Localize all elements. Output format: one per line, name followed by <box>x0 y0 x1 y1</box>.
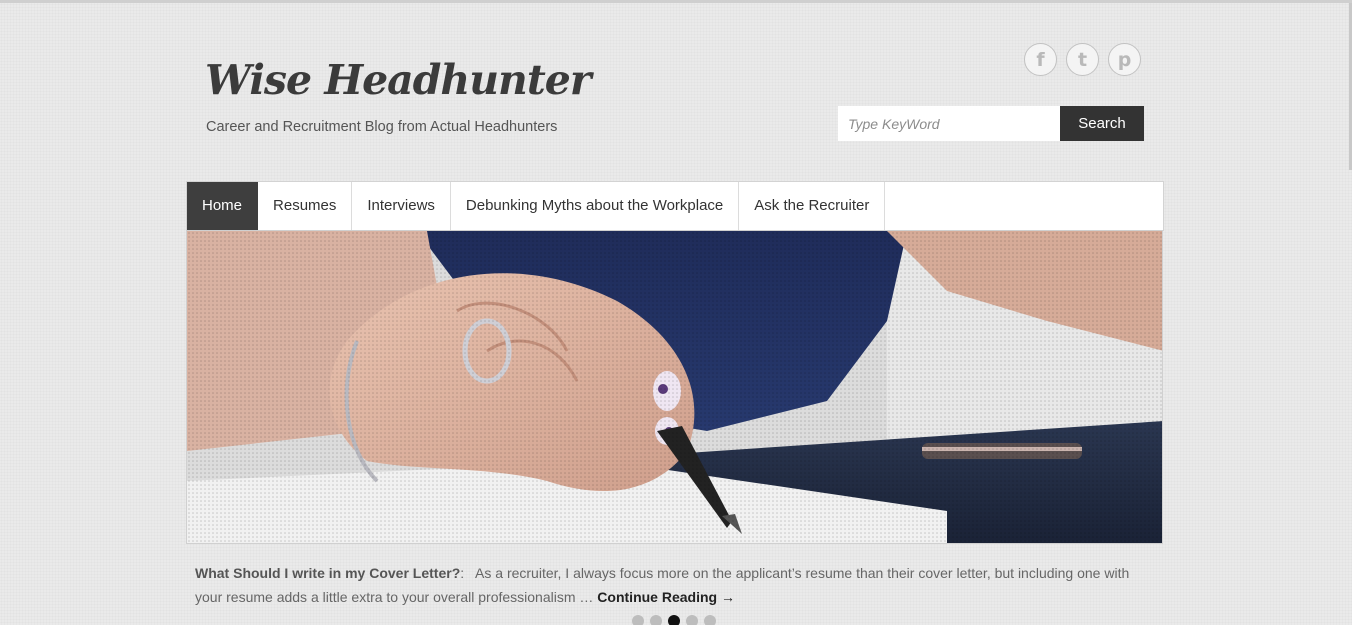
search-form: Search <box>838 106 1144 141</box>
slider-dot[interactable] <box>650 615 662 625</box>
facebook-icon[interactable]: f <box>1024 43 1057 76</box>
nav-item-resumes[interactable]: Resumes <box>258 182 353 230</box>
main-nav: Home Resumes Interviews Debunking Myths … <box>186 181 1164 231</box>
slider-pagination <box>632 615 716 625</box>
hand-writing-illustration <box>187 231 1162 543</box>
twitter-icon[interactable]: t <box>1066 43 1099 76</box>
slider-dot-active[interactable] <box>668 615 680 625</box>
nav-item-home[interactable]: Home <box>187 182 259 230</box>
site-title[interactable]: Wise Headhunter <box>205 56 591 104</box>
nav-item-interviews[interactable]: Interviews <box>352 182 451 230</box>
slider-dot[interactable] <box>686 615 698 625</box>
search-button[interactable]: Search <box>1060 106 1144 141</box>
nav-item-ask-the-recruiter[interactable]: Ask the Recruiter <box>739 182 886 230</box>
featured-slider-image[interactable] <box>186 230 1163 544</box>
top-border <box>0 0 1352 3</box>
pinterest-icon[interactable]: p <box>1108 43 1141 76</box>
featured-post-title[interactable]: What Should I write in my Cover Letter? <box>195 565 460 581</box>
featured-post-excerpt: What Should I write in my Cover Letter?:… <box>195 561 1160 609</box>
nav-item-debunking-myths[interactable]: Debunking Myths about the Workplace <box>451 182 740 230</box>
slider-dot[interactable] <box>632 615 644 625</box>
social-links: f t p <box>1024 43 1141 76</box>
continue-reading-link[interactable]: Continue Reading → <box>597 589 735 605</box>
slider-dot[interactable] <box>704 615 716 625</box>
search-input[interactable] <box>838 106 1060 141</box>
title-separator: : <box>460 565 465 581</box>
site-tagline: Career and Recruitment Blog from Actual … <box>206 119 558 135</box>
